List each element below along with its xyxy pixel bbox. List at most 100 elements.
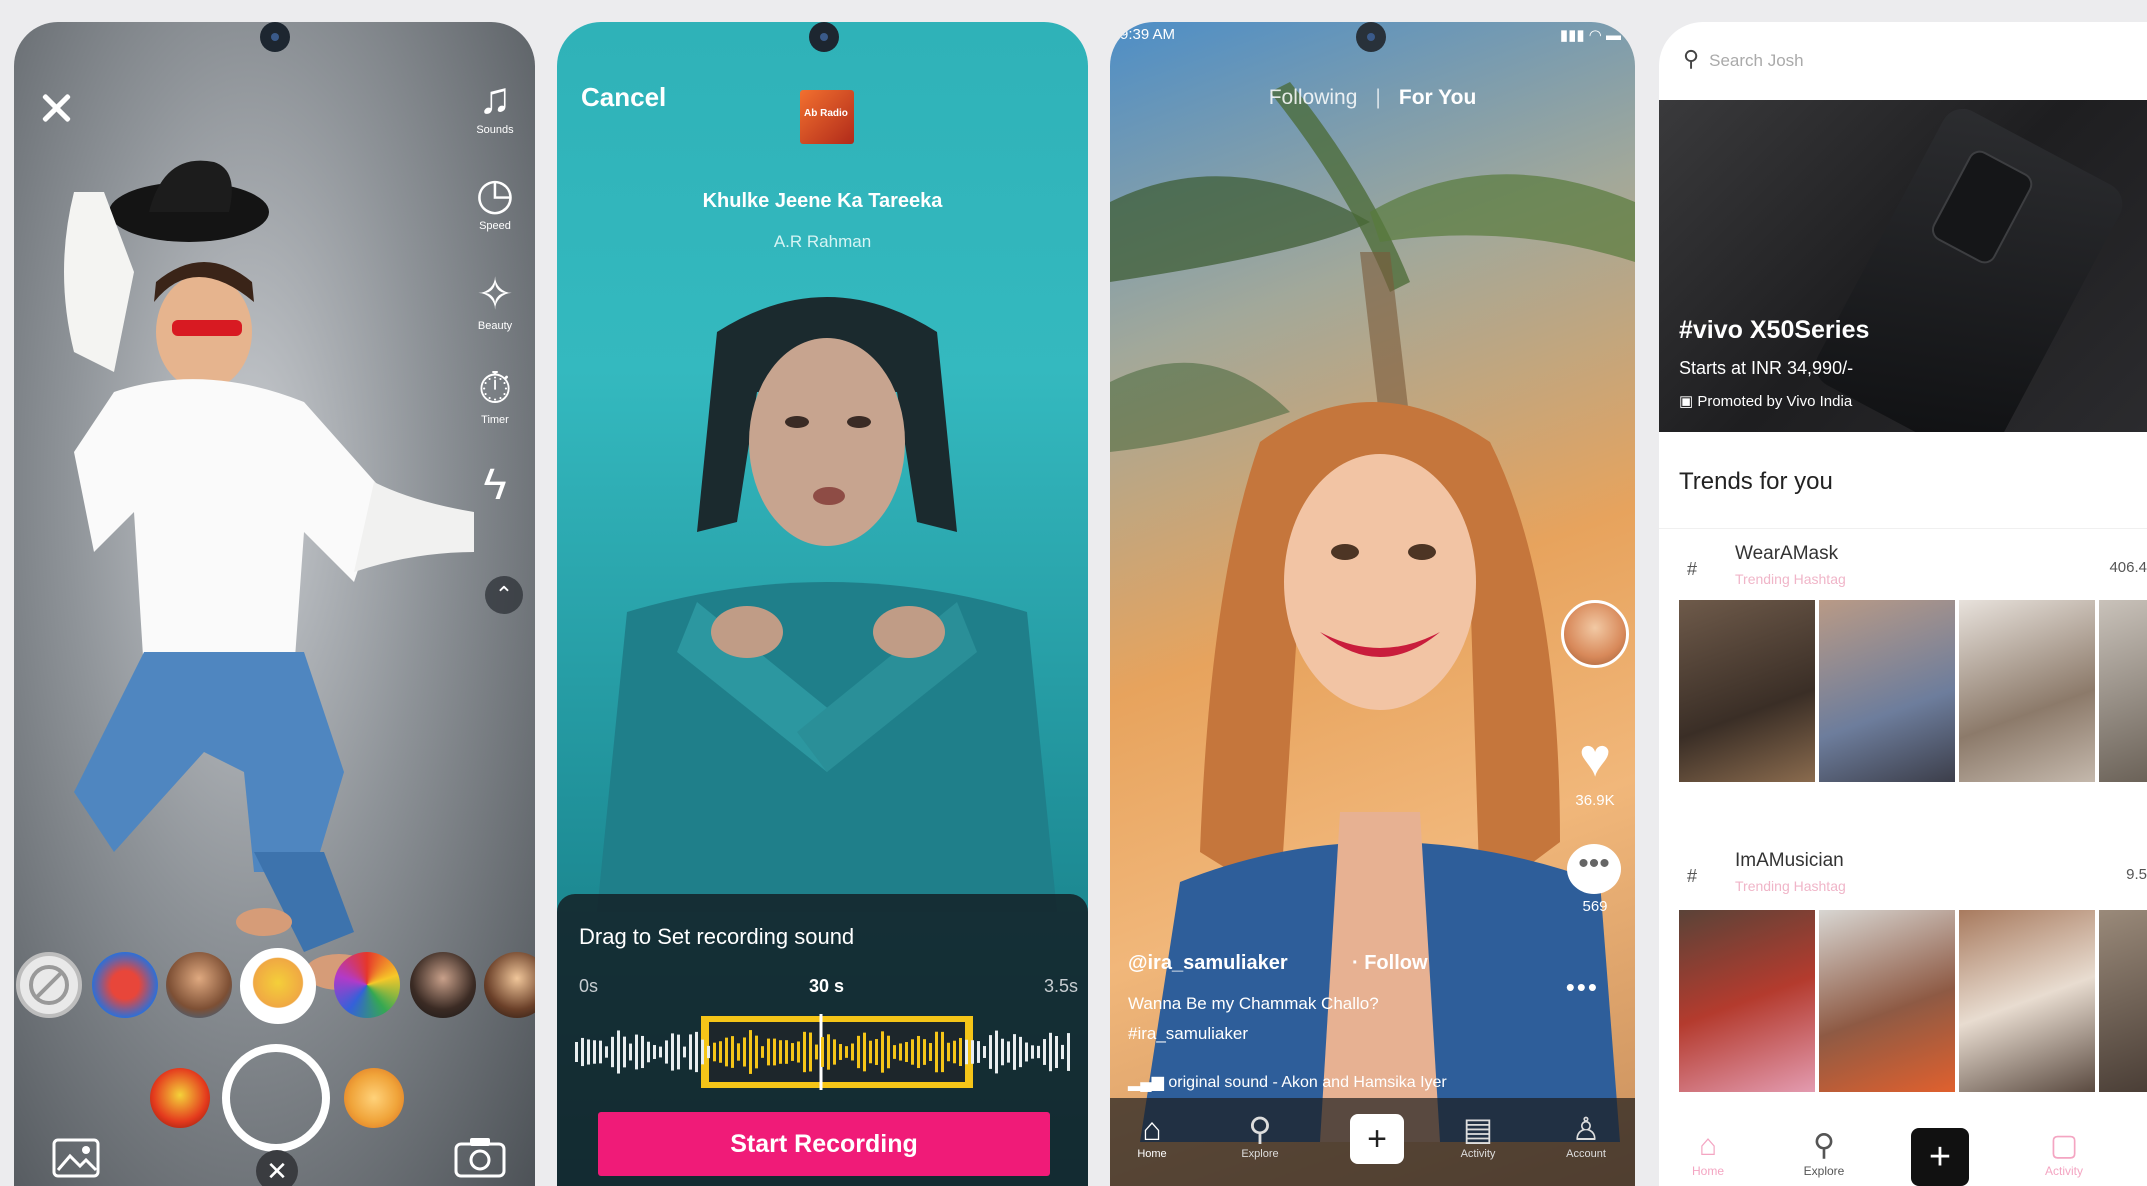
song-title: Khulke Jeene Ka Tareeka (702, 190, 943, 212)
waveform-bar (719, 1041, 722, 1063)
trend-thumbnail[interactable] (2099, 600, 2147, 782)
waveform-bar (1031, 1045, 1034, 1059)
follow-button[interactable]: · Follow (1352, 952, 1428, 975)
waveform-bar (1037, 1045, 1040, 1059)
nav-home[interactable]: ⌂ Home (1112, 1110, 1192, 1160)
add-video-button[interactable]: + (1350, 1114, 1404, 1164)
feed-notch (1356, 22, 1386, 52)
search-input[interactable]: ⚲ Search Josh (1683, 46, 2123, 86)
effect-selected[interactable] (240, 948, 316, 1024)
waveform-bar (941, 1031, 944, 1073)
sound-info[interactable]: ▂▄▆ original sound - Akon and Hamsika Iy… (1128, 1072, 1447, 1092)
promo-tag-icon: ▣ (1679, 393, 1698, 410)
beauty-tool[interactable]: ✧ Beauty (463, 270, 527, 332)
start-recording-button[interactable]: Start Recording (598, 1112, 1050, 1176)
trend-item[interactable]: # WearAMask Trending Hashtag 406.4 (1659, 528, 2147, 598)
close-camera-button[interactable] (36, 88, 76, 128)
more-options-icon[interactable]: ••• (1566, 972, 1599, 1003)
waveform-bar (905, 1042, 908, 1062)
nav-explore[interactable]: ⚲ Explore (1220, 1110, 1300, 1160)
flip-camera-icon[interactable] (454, 1136, 506, 1186)
gallery-icon[interactable] (52, 1134, 100, 1186)
no-effect-icon[interactable] (16, 952, 82, 1018)
banner-promoted: ▣ Promoted by Vivo India (1679, 393, 1853, 410)
close-icon[interactable]: ✕ (256, 1150, 298, 1186)
tick-end: 3.5s (1043, 976, 1078, 996)
like-count: 36.9K (1575, 792, 1615, 809)
waveform-bar (881, 1031, 884, 1073)
tab-for-you[interactable]: For You (1399, 86, 1476, 109)
effect-spider[interactable] (92, 952, 158, 1018)
waveform-bar (581, 1037, 584, 1067)
nav-activity[interactable]: ▢ Activity (2029, 1128, 2099, 1178)
home-icon: ⌂ (1142, 1111, 1162, 1147)
flash-tool[interactable]: ϟ (463, 460, 527, 510)
effect-face-3[interactable] (484, 952, 535, 1018)
trend-thumbnail[interactable] (2099, 910, 2147, 1092)
waveform-bar (767, 1038, 770, 1066)
waveform-bar (707, 1045, 710, 1059)
waveform-bar (575, 1042, 578, 1062)
promo-banner[interactable]: #vivo X50Series Starts at INR 34,990/- ▣… (1659, 100, 2147, 432)
emoji-effect-button[interactable] (344, 1068, 404, 1128)
waveform-bar (929, 1043, 932, 1061)
artist-name: A.R Rahman (773, 232, 872, 251)
nav-explore[interactable]: ⚲ Explore (1789, 1128, 1859, 1178)
nav-home[interactable]: ⌂ Home (1673, 1128, 1743, 1178)
hashtag-icon: # (1687, 559, 1698, 579)
comment-icon[interactable]: ••• (1567, 844, 1621, 894)
trend-thumbnail[interactable] (1819, 600, 1955, 782)
waveform-bar (935, 1031, 938, 1073)
chevron-up-icon[interactable]: ⌃ (485, 576, 523, 614)
waveform-bar (623, 1036, 626, 1068)
speed-tool[interactable]: ◷ Speed (463, 170, 527, 232)
effect-face-1[interactable] (166, 952, 232, 1018)
trend-name: WearAMask (1735, 543, 1839, 564)
waveform-bar (635, 1034, 638, 1070)
nav-activity[interactable]: ▤ Activity (1438, 1110, 1518, 1160)
bottom-nav: ⌂ Home ⚲ Explore + ▢ Activity (1659, 1128, 2147, 1186)
nav-account[interactable]: ♙ Account (1546, 1110, 1626, 1160)
waveform-bar (965, 1039, 968, 1065)
username[interactable]: @ira_samuliaker (1128, 952, 1288, 975)
add-video-button[interactable]: + (1911, 1128, 1969, 1186)
trend-thumbnail[interactable] (1959, 910, 2095, 1092)
sounds-tool[interactable]: ♫ Sounds (463, 74, 527, 136)
waveform-bar (683, 1046, 686, 1058)
tab-following[interactable]: Following (1269, 86, 1358, 109)
waveform-bar (647, 1041, 650, 1063)
trend-thumbnail[interactable] (1819, 910, 1955, 1092)
trend-item[interactable]: # ImAMusician Trending Hashtag 9.5 (1659, 836, 2147, 906)
activity-icon: ▤ (1462, 1111, 1494, 1147)
recording-panel: Drag to Set recording sound 0s 30 s 3.5s… (557, 894, 1088, 1186)
album-art: Ab Radio (800, 90, 854, 144)
waveform-selector[interactable] (573, 1014, 1071, 1090)
waveform-bar (1049, 1032, 1052, 1072)
waveform-bar (617, 1030, 620, 1074)
video-caption: Wanna Be my Chammak Challo? (1128, 994, 1379, 1013)
trend-subtitle: Trending Hashtag (1735, 878, 1846, 894)
record-shutter-button[interactable] (222, 1044, 330, 1152)
waveform-bar (1001, 1038, 1004, 1066)
status-time: 9:39 AM (1120, 26, 1176, 43)
waveform-bar (869, 1040, 872, 1064)
timer-tool[interactable]: ⏱ Timer (463, 364, 527, 426)
trend-thumbnail[interactable] (1959, 600, 2095, 782)
heart-icon[interactable]: ♥ (1565, 730, 1625, 786)
camera-notch (260, 22, 290, 52)
trend-thumbnail[interactable] (1679, 600, 1815, 782)
speed-icon: ◷ (475, 170, 515, 219)
creator-avatar[interactable] (1561, 600, 1629, 668)
effect-face-2[interactable] (410, 952, 476, 1018)
trend-thumbnail[interactable] (1679, 910, 1815, 1092)
cancel-button[interactable]: Cancel (581, 82, 666, 113)
flash-off-icon: ϟ (483, 460, 507, 509)
waveform-bar (737, 1043, 740, 1061)
waveform-bar (725, 1037, 728, 1067)
effect-color-burst[interactable] (334, 952, 400, 1018)
waveform-bar (605, 1046, 608, 1058)
mask-effect-button[interactable] (150, 1068, 210, 1128)
banner-subtitle: Starts at INR 34,990/- (1679, 358, 1854, 378)
waveform-bar (653, 1045, 656, 1059)
video-hashtag[interactable]: #ira_samuliaker (1128, 1024, 1248, 1044)
